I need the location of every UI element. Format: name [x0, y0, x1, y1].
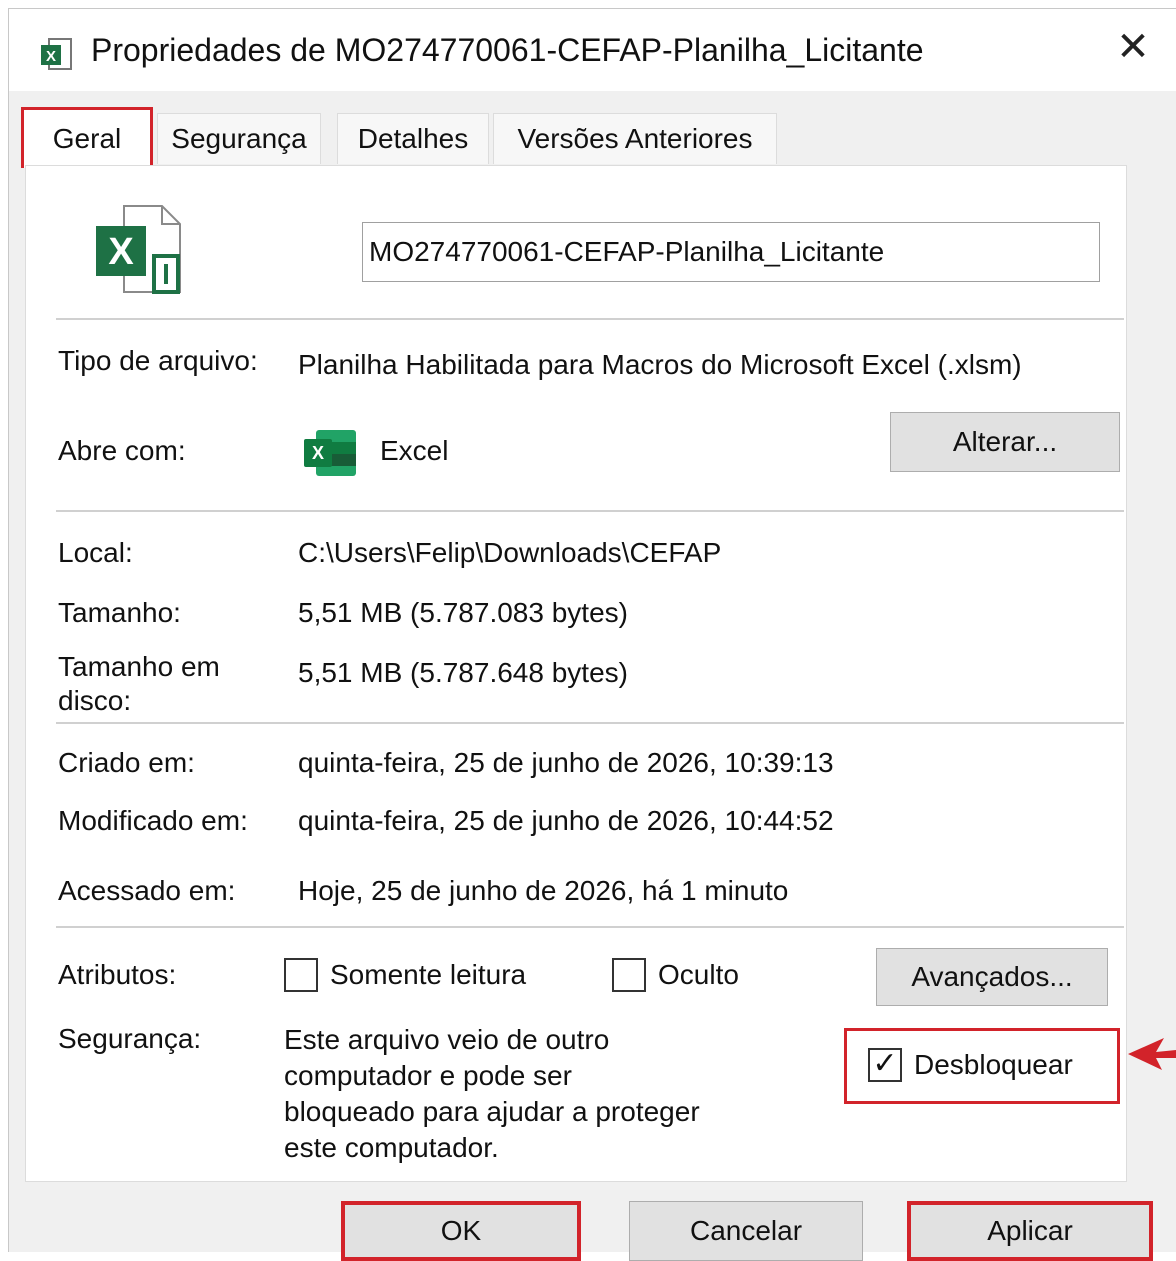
modified-label: Modificado em:	[58, 805, 248, 836]
svg-text:X: X	[46, 48, 56, 65]
tab-geral[interactable]: Geral	[21, 107, 153, 168]
advanced-button[interactable]: Avançados...	[876, 948, 1108, 1006]
apply-button[interactable]: Aplicar	[907, 1201, 1153, 1261]
file-name-input[interactable]	[362, 222, 1100, 282]
hidden-checkbox[interactable]	[612, 958, 646, 992]
title-bar[interactable]: X Propriedades de MO274770061-CEFAP-Plan…	[9, 9, 1176, 91]
readonly-checkbox[interactable]	[284, 958, 318, 992]
cancel-button[interactable]: Cancelar	[629, 1201, 863, 1261]
ok-button[interactable]: OK	[341, 1201, 581, 1261]
size-value: 5,51 MB (5.787.083 bytes)	[298, 597, 628, 628]
svg-text:X: X	[108, 231, 134, 273]
general-panel: X Tipo de arquivo: Planilha Habilitada p…	[25, 165, 1127, 1182]
security-message: Este arquivo veio de outro computador e …	[284, 1024, 700, 1163]
separator	[56, 926, 1124, 928]
type-label: Tipo de arquivo:	[58, 345, 258, 376]
attributes-label: Atributos:	[58, 959, 177, 990]
excel-file-icon: X	[41, 38, 72, 70]
arrow-pointer-icon	[1128, 1038, 1176, 1070]
disk-size-label: Tamanho em disco:	[58, 651, 220, 716]
excel-file-icon: X	[96, 205, 181, 294]
svg-text:X: X	[312, 443, 324, 463]
separator	[56, 318, 1124, 320]
disk-size-value: 5,51 MB (5.787.648 bytes)	[298, 657, 628, 688]
location-label: Local:	[58, 537, 133, 568]
hidden-label[interactable]: Oculto	[658, 958, 739, 992]
type-value: Planilha Habilitada para Macros do Micro…	[298, 349, 1022, 380]
tab-detalhes[interactable]: Detalhes	[337, 113, 489, 164]
close-icon[interactable]: ✕	[1109, 23, 1157, 71]
unblock-checkbox[interactable]: ✓	[868, 1048, 902, 1082]
window-title: Propriedades de MO274770061-CEFAP-Planil…	[91, 32, 924, 68]
excel-app-icon: X	[304, 430, 356, 476]
separator	[56, 510, 1124, 512]
change-button[interactable]: Alterar...	[890, 412, 1120, 472]
tab-versoes-anteriores[interactable]: Versões Anteriores	[493, 113, 777, 164]
location-value: C:\Users\Felip\Downloads\CEFAP	[298, 537, 722, 568]
accessed-value: Hoje, 25 de junho de 2026, há 1 minuto	[298, 875, 789, 906]
modified-value: quinta-feira, 25 de junho de 2026, 10:44…	[298, 805, 834, 836]
security-label: Segurança:	[58, 1023, 202, 1054]
accessed-label: Acessado em:	[58, 875, 236, 906]
separator	[56, 722, 1124, 724]
unblock-label[interactable]: Desbloquear	[914, 1048, 1073, 1082]
opens-with-value: Excel	[380, 435, 449, 466]
created-label: Criado em:	[58, 747, 195, 778]
created-value: quinta-feira, 25 de junho de 2026, 10:39…	[298, 747, 834, 778]
size-label: Tamanho:	[58, 597, 181, 628]
properties-dialog: X Propriedades de MO274770061-CEFAP-Plan…	[8, 8, 1176, 1261]
readonly-label[interactable]: Somente leitura	[330, 958, 526, 992]
opens-with-label: Abre com:	[58, 435, 186, 466]
tab-seguranca[interactable]: Segurança	[157, 113, 321, 164]
